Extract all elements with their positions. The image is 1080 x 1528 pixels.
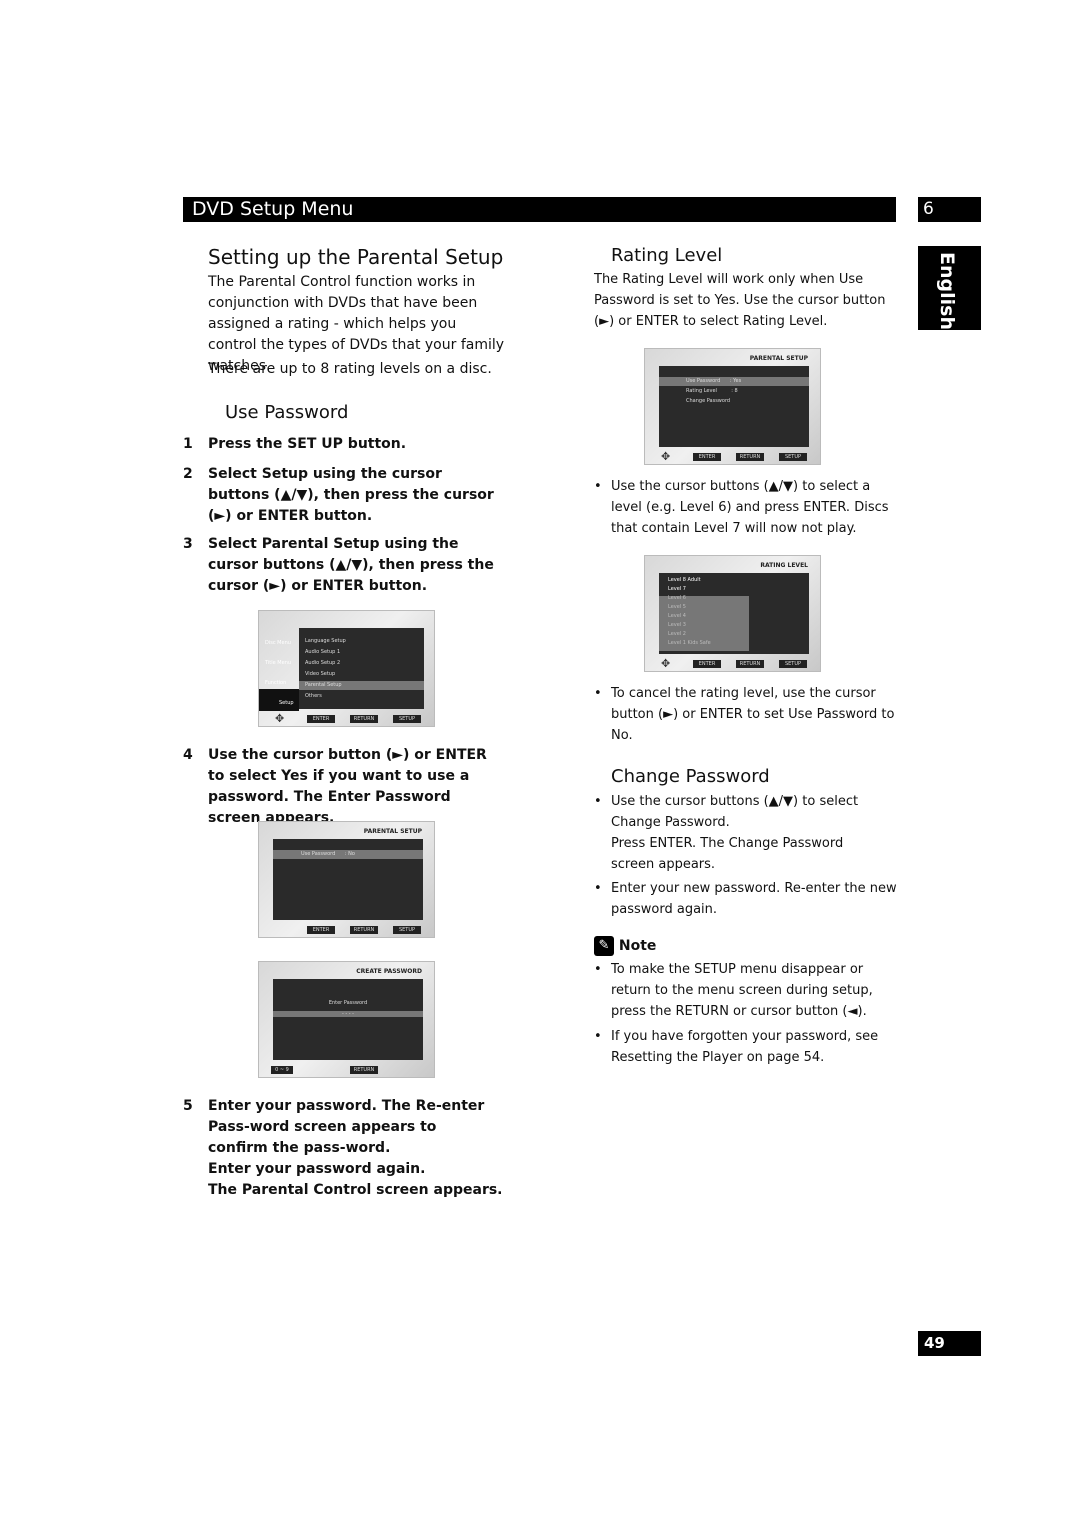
screen-title: RATING LEVEL bbox=[760, 562, 808, 569]
screen-title: CREATE PASSWORD bbox=[356, 968, 422, 975]
step-number: 4 bbox=[183, 747, 193, 763]
dpad-icon: ✥ bbox=[661, 657, 671, 670]
menu-item: Audio Setup 1 bbox=[305, 649, 341, 655]
step-text: Use the cursor button (►) or ENTER to se… bbox=[208, 747, 487, 826]
enter-button-label: ENTER bbox=[693, 453, 721, 461]
step-5-extra-2: The Parental Control screen appears. bbox=[208, 1182, 503, 1198]
section-header: DVD Setup Menu bbox=[183, 197, 896, 222]
rating-level-screenshot: RATING LEVEL Level 8 Adult Level 7 Level… bbox=[644, 555, 821, 672]
step-text: Select Setup using the cursor buttons (▲… bbox=[208, 466, 494, 524]
menu-value: : No bbox=[344, 851, 355, 857]
page-title: Setting up the Parental Setup bbox=[208, 245, 504, 269]
change-password-heading: Change Password bbox=[611, 766, 770, 787]
step-number: 1 bbox=[183, 436, 193, 452]
step-number: 5 bbox=[183, 1098, 193, 1114]
menu-item: Audio Setup 2 bbox=[305, 660, 341, 666]
step-3: 3 Select Parental Setup using the cursor … bbox=[183, 534, 503, 597]
setup-button-label: SETUP bbox=[393, 926, 421, 934]
step-text: Enter your password. The Re-enter Pass-w… bbox=[208, 1098, 485, 1156]
return-button-label: RETURN bbox=[736, 660, 764, 668]
setup-button-label: SETUP bbox=[779, 453, 807, 461]
step-1: 1 Press the SET UP button. bbox=[183, 434, 503, 455]
dpad-icon: ✥ bbox=[661, 450, 671, 463]
rating-text: The Rating Level will work only when Use… bbox=[594, 272, 886, 329]
pencil-icon: ✎ bbox=[594, 936, 614, 956]
setup-button-label: SETUP bbox=[779, 660, 807, 668]
step-number: 3 bbox=[183, 536, 193, 552]
level-item: Level 5 bbox=[668, 604, 686, 610]
menu-item: Use Password bbox=[686, 378, 721, 384]
menu-item: Video Setup bbox=[305, 671, 336, 677]
return-button-label: RETURN bbox=[350, 1066, 378, 1074]
enter-button-label: ENTER bbox=[693, 660, 721, 668]
level-item: Level 4 bbox=[668, 613, 686, 619]
step-4: 4 Use the cursor button (►) or ENTER to s… bbox=[183, 745, 503, 829]
menu-item: Language Setup bbox=[305, 638, 346, 644]
use-password-heading: Use Password bbox=[225, 402, 349, 423]
return-button-label: RETURN bbox=[736, 453, 764, 461]
password-field: - - - - bbox=[273, 1011, 423, 1017]
screen-title: PARENTAL SETUP bbox=[363, 828, 422, 835]
chapter-number: 6 bbox=[918, 197, 981, 222]
note-text: If you have forgotten your password, see… bbox=[611, 1029, 879, 1065]
bullet-text: Use the cursor buttons (▲/▼) to select C… bbox=[611, 794, 859, 830]
note-text: To make the SETUP menu disappear or retu… bbox=[611, 962, 873, 1019]
bullet-change-password: • Use the cursor buttons (▲/▼) to select … bbox=[594, 794, 859, 872]
intro-text-2: There are up to 8 rating levels on a dis… bbox=[208, 361, 492, 377]
enter-button-label: ENTER bbox=[307, 715, 335, 723]
menu-item: Others bbox=[305, 693, 322, 699]
level-item: Level 6 bbox=[668, 595, 686, 601]
step-2: 2 Select Setup using the cursor buttons (… bbox=[183, 464, 503, 527]
note-item-1: • To make the SETUP menu disappear or ret… bbox=[594, 959, 894, 1022]
menu-item: Change Password bbox=[686, 398, 731, 404]
dpad-icon: ✥ bbox=[275, 712, 285, 725]
bullet-select-level: • Use the cursor buttons (▲/▼) to select … bbox=[594, 476, 899, 539]
setup-button-label: SETUP bbox=[393, 715, 421, 723]
step-number: 2 bbox=[183, 466, 193, 482]
note-label: Note bbox=[618, 938, 657, 954]
step-text: Select Parental Setup using the cursor b… bbox=[208, 536, 494, 594]
menu-item-selected: Parental Setup bbox=[299, 681, 424, 690]
step-text: Press the SET UP button. bbox=[208, 436, 407, 452]
menu-value: : Yes bbox=[729, 378, 742, 384]
create-password-screenshot: CREATE PASSWORD Enter Password - - - - 0… bbox=[258, 961, 435, 1078]
level-item: Level 7 bbox=[668, 586, 686, 592]
menu-value: : 8 bbox=[731, 388, 738, 394]
enter-password-label: Enter Password bbox=[328, 1000, 368, 1006]
rating-level-heading: Rating Level bbox=[611, 245, 723, 266]
side-item: Title Menu bbox=[265, 660, 292, 666]
page-number: 49 bbox=[918, 1331, 981, 1356]
menu-item: Rating Level bbox=[686, 388, 717, 394]
enter-button-label: ENTER bbox=[307, 926, 335, 934]
step-5: 5 Enter your password. The Re-enter Pass-… bbox=[183, 1096, 503, 1159]
level-item: Level 1 Kids Safe bbox=[668, 640, 711, 646]
note-item-2: • If you have forgotten your password, se… bbox=[594, 1026, 894, 1068]
return-button-label: RETURN bbox=[350, 715, 378, 723]
note-heading: ✎ Note bbox=[594, 936, 656, 956]
digit-range-label: 0 ~ 9 bbox=[271, 1066, 293, 1074]
level-item: Level 2 bbox=[668, 631, 686, 637]
setup-menu-screenshot: Disc Menu Title Menu Function Setup Lang… bbox=[258, 610, 435, 727]
parental-setup-yes-screenshot: PARENTAL SETUP Use Password : Yes Rating… bbox=[644, 348, 821, 465]
menu-item: Use Password bbox=[301, 851, 336, 857]
screen-title: PARENTAL SETUP bbox=[749, 355, 808, 362]
return-button-label: RETURN bbox=[350, 926, 378, 934]
level-item: Level 8 Adult bbox=[668, 577, 701, 583]
bullet-cancel-rating: • To cancel the rating level, use the cur… bbox=[594, 683, 899, 746]
step-5-extra: Enter your password again. bbox=[208, 1161, 426, 1177]
side-item: Setup bbox=[279, 700, 294, 706]
bullet-text: To cancel the rating level, use the curs… bbox=[611, 686, 895, 743]
side-item: Disc Menu bbox=[265, 640, 291, 646]
bullet-text-2: Press ENTER. The Change Password screen … bbox=[611, 836, 844, 872]
bullet-new-password: • Enter your new password. Re-enter the n… bbox=[594, 878, 899, 920]
level-item: Level 3 bbox=[668, 622, 686, 628]
language-tab-label: English bbox=[936, 252, 958, 330]
side-item: Function bbox=[265, 680, 287, 686]
bullet-text: Enter your new password. Re-enter the ne… bbox=[611, 881, 897, 917]
language-tab: English bbox=[918, 246, 981, 330]
parental-setup-screenshot: PARENTAL SETUP Use Password : No ENTER R… bbox=[258, 821, 435, 938]
bullet-text: Use the cursor buttons (▲/▼) to select a… bbox=[611, 479, 889, 536]
